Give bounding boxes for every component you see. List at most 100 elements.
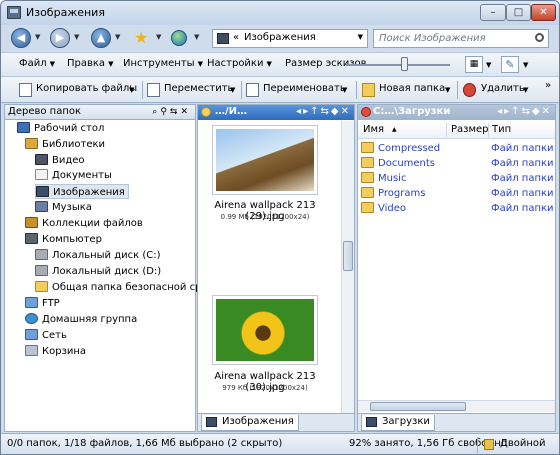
network-dropdown-icon[interactable]: ▼ bbox=[194, 33, 199, 41]
toolbar-overflow-icon[interactable]: » bbox=[545, 80, 551, 91]
menu-edit[interactable]: Правка ▼ bbox=[67, 58, 113, 69]
close-icon[interactable]: ✕ bbox=[180, 107, 191, 117]
column-size[interactable]: Размер bbox=[451, 124, 489, 135]
pane-menu-icon[interactable]: ◆ bbox=[532, 106, 542, 117]
network-globe-icon[interactable] bbox=[171, 30, 187, 46]
scrollbar-thumb[interactable] bbox=[343, 241, 353, 271]
tree-item-drive-d[interactable]: Локальный диск (D:) bbox=[35, 264, 161, 279]
close-button[interactable]: ✕ bbox=[531, 4, 556, 21]
maximize-button[interactable]: □ bbox=[506, 4, 531, 21]
up-arrow-icon[interactable]: ↑ bbox=[310, 106, 320, 117]
tree-item-ftp[interactable]: FTP bbox=[25, 296, 60, 311]
column-divider[interactable] bbox=[488, 123, 489, 137]
thumbnail-frame[interactable] bbox=[212, 125, 318, 195]
sync-icon[interactable]: ⇆ bbox=[170, 107, 181, 117]
minimize-button[interactable]: – bbox=[480, 4, 506, 21]
tab-downloads[interactable]: Загрузки bbox=[361, 415, 435, 431]
up-dropdown-icon[interactable]: ▼ bbox=[115, 33, 120, 41]
delete-dropdown-icon[interactable]: ▼ bbox=[523, 86, 528, 94]
app-window: Изображения – □ ✕ ◀ ▼ ▶ ▼ ▲ ▼ ★ ▼ ▼ « Из… bbox=[0, 0, 560, 455]
thumbnail-size-slider[interactable] bbox=[401, 57, 408, 71]
editor-pencil-icon[interactable]: ✎ bbox=[501, 56, 519, 73]
address-dropdown-icon[interactable]: ▼ bbox=[358, 33, 363, 41]
copy-files-button[interactable]: Копировать файлы bbox=[36, 83, 137, 94]
tree-item-shared-folder[interactable]: Общая папка безопасной среды bbox=[35, 280, 222, 295]
pane-menu-icon[interactable]: ◆ bbox=[331, 106, 341, 117]
address-path[interactable]: Изображения bbox=[244, 32, 316, 43]
window-title: Изображения bbox=[26, 6, 105, 19]
sync-icon[interactable]: ⇆ bbox=[522, 106, 532, 117]
address-field[interactable]: « Изображения ▼ bbox=[212, 29, 368, 48]
tree-item-homegroup[interactable]: Домашняя группа bbox=[25, 312, 137, 327]
column-name[interactable]: Имя bbox=[363, 124, 384, 135]
file-row[interactable]: Compressed Файл папки bbox=[361, 141, 554, 156]
menu-settings[interactable]: Настройки ▼ bbox=[207, 58, 272, 69]
view-mode-icon[interactable]: ▦ bbox=[465, 56, 483, 73]
up-arrow-icon[interactable]: ↑ bbox=[511, 106, 521, 117]
column-divider[interactable] bbox=[446, 123, 447, 137]
tree-item-collections[interactable]: Коллекции файлов bbox=[25, 216, 143, 231]
ftp-icon bbox=[25, 297, 38, 308]
documents-icon bbox=[35, 169, 48, 180]
forward-history-dropdown-icon[interactable]: ▼ bbox=[74, 33, 79, 41]
copy-icon[interactable] bbox=[19, 83, 32, 97]
address-toolbar: ◀ ▼ ▶ ▼ ▲ ▼ ★ ▼ ▼ « Изображения ▼ Поиск … bbox=[1, 25, 559, 52]
path-chevron[interactable]: « bbox=[233, 32, 239, 43]
delete-icon[interactable] bbox=[463, 83, 476, 97]
menu-file[interactable]: Файл ▼ bbox=[19, 58, 55, 69]
up-arrow-icon[interactable]: ▲ bbox=[91, 28, 111, 48]
favorites-dropdown-icon[interactable]: ▼ bbox=[156, 33, 161, 41]
file-row[interactable]: Music Файл папки bbox=[361, 171, 554, 186]
tree-item-network[interactable]: Сеть bbox=[25, 328, 67, 343]
tree-item-drive-c[interactable]: Локальный диск (C:) bbox=[35, 248, 161, 263]
rename-button[interactable]: Переименовать bbox=[263, 83, 346, 94]
pane-mode-status[interactable]: Двойной bbox=[500, 438, 545, 449]
tree-item-video[interactable]: Видео bbox=[35, 153, 85, 168]
tab-pictures[interactable]: Изображения bbox=[201, 415, 299, 431]
tree-item-pictures[interactable]: Изображения bbox=[35, 184, 129, 199]
delete-button[interactable]: Удалить bbox=[481, 83, 525, 94]
app-icon bbox=[7, 6, 21, 19]
thumbnail-frame[interactable] bbox=[212, 295, 318, 365]
rename-dropdown-icon[interactable]: ▼ bbox=[342, 86, 347, 94]
new-folder-button[interactable]: Новая папка bbox=[379, 83, 445, 94]
move-icon[interactable] bbox=[147, 83, 160, 97]
forward-arrow-icon[interactable]: ▶ bbox=[50, 28, 70, 48]
close-icon[interactable]: ✕ bbox=[341, 106, 351, 117]
pin-icon[interactable]: ⚲ bbox=[160, 107, 170, 117]
tree-item-documents[interactable]: Документы bbox=[35, 168, 112, 183]
back-arrow-icon[interactable]: ◀ bbox=[11, 28, 31, 48]
editor-dropdown-icon[interactable]: ▼ bbox=[523, 61, 528, 69]
search-icon[interactable] bbox=[535, 33, 544, 42]
tree-item-libraries[interactable]: Библиотеки bbox=[25, 137, 105, 152]
vertical-scrollbar[interactable] bbox=[341, 121, 354, 413]
tree-item-computer[interactable]: Компьютер bbox=[25, 232, 102, 247]
search-input[interactable]: Поиск Изображения bbox=[373, 29, 549, 48]
tree-item-recycle-bin[interactable]: Корзина bbox=[25, 344, 86, 359]
tree-item-desktop[interactable]: Рабочий стол bbox=[17, 121, 104, 136]
details-pane-header[interactable]: C:…\Загрузки ◂▸↑⇆◆✕ bbox=[358, 105, 555, 120]
new-folder-dropdown-icon[interactable]: ▼ bbox=[445, 86, 450, 94]
menu-tools[interactable]: Инструменты ▼ bbox=[123, 58, 203, 69]
thumbnail-pane-header[interactable]: …/И… ◂▸↑⇆◆✕ bbox=[198, 105, 354, 120]
scrollbar-thumb[interactable] bbox=[370, 402, 466, 411]
tree-item-music[interactable]: Музыка bbox=[35, 200, 92, 215]
view-mode-dropdown-icon[interactable]: ▼ bbox=[486, 61, 491, 69]
close-icon[interactable]: ✕ bbox=[542, 106, 552, 117]
back-history-dropdown-icon[interactable]: ▼ bbox=[35, 33, 40, 41]
move-button[interactable]: Переместить bbox=[164, 83, 233, 94]
file-row[interactable]: Documents Файл папки bbox=[361, 156, 554, 171]
copy-dropdown-icon[interactable]: ▼ bbox=[129, 86, 134, 94]
move-dropdown-icon[interactable]: ▼ bbox=[230, 86, 235, 94]
sync-icon[interactable]: ⇆ bbox=[321, 106, 331, 117]
favorites-star-icon[interactable]: ★ bbox=[134, 29, 148, 47]
title-bar[interactable]: Изображения – □ ✕ bbox=[1, 1, 559, 25]
thumbnail-size-track[interactable] bbox=[346, 64, 450, 66]
new-folder-icon[interactable] bbox=[362, 83, 375, 97]
rename-icon[interactable] bbox=[246, 83, 259, 97]
column-type[interactable]: Тип bbox=[492, 124, 511, 135]
horizontal-scrollbar[interactable] bbox=[358, 400, 555, 412]
file-row[interactable]: Video Файл папки bbox=[361, 201, 554, 216]
lock-icon[interactable] bbox=[484, 439, 494, 450]
file-row[interactable]: Programs Файл папки bbox=[361, 186, 554, 201]
